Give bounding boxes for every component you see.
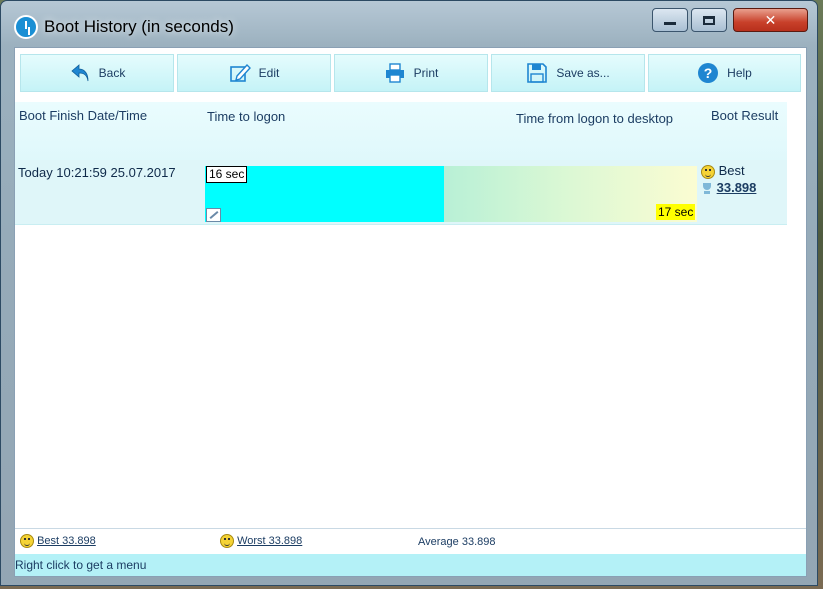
boot-result-label: Best [718,163,745,178]
trophy-icon [701,182,713,195]
worst-link[interactable]: Worst 33.898 [237,535,302,547]
header-time-to-desktop[interactable]: Time from logon to desktop [516,111,673,126]
save-icon [526,62,548,84]
svg-text:?: ? [704,65,713,81]
boot-result-value-wrap: 33.898 [701,180,756,195]
back-button[interactable]: Back [20,54,174,92]
table-row[interactable]: Today 10:21:59 25.07.2017 16 sec 17 sec … [15,160,787,225]
close-icon: ✕ [764,12,777,28]
best-summary: Best 33.898 [20,534,96,548]
table-header: Boot Finish Date/Time Time to logon Time… [15,102,787,161]
toolbar: Back Edit Print Save as... ? Help [20,54,801,92]
edit-icon [229,62,251,84]
client-area: Back Edit Print Save as... ? Help Boot F… [14,47,807,577]
minimize-button[interactable] [652,8,688,32]
minimize-icon [664,22,676,25]
maximize-button[interactable] [691,8,727,32]
boot-result-value-link[interactable]: 33.898 [717,180,757,195]
average-summary: Average 33.898 [418,536,496,548]
smiley-icon [701,164,715,179]
smiley-icon [20,534,34,548]
title-bar[interactable]: Boot History (in seconds) ✕ [1,1,817,47]
boot-result: Best [701,163,745,179]
back-arrow-icon [69,62,91,84]
help-label: Help [727,66,752,80]
status-bar: Right click to get a menu [15,554,806,576]
print-label: Print [413,66,439,80]
help-icon: ? [697,62,719,84]
save-as-button[interactable]: Save as... [491,54,645,92]
stopwatch-icon [14,15,38,39]
boot-history-window: Boot History (in seconds) ✕ Back Edit Pr… [0,0,818,586]
help-button[interactable]: ? Help [648,54,801,92]
footer-divider [15,528,806,529]
best-link[interactable]: Best 33.898 [37,535,96,547]
pencil-icon[interactable] [206,208,221,222]
window-title: Boot History (in seconds) [44,17,234,36]
header-boot-finish[interactable]: Boot Finish Date/Time [19,108,147,123]
sad-smiley-icon [220,534,234,548]
summary-footer: Best 33.898 Worst 33.898 Average 33.898 [15,531,806,551]
print-button[interactable]: Print [334,54,488,92]
header-time-to-logon[interactable]: Time to logon [207,109,285,124]
maximize-icon [703,16,715,25]
worst-summary: Worst 33.898 [220,534,302,548]
close-button[interactable]: ✕ [733,8,808,32]
desktop-time-label: 17 sec [656,204,696,220]
header-boot-result[interactable]: Boot Result [711,108,778,123]
back-label: Back [98,66,126,80]
logon-time-label: 16 sec [206,166,248,183]
save-as-label: Save as... [556,66,610,80]
edit-label: Edit [258,66,280,80]
printer-icon [384,62,406,84]
edit-button[interactable]: Edit [177,54,331,92]
boot-finish-datetime: Today 10:21:59 25.07.2017 [18,165,176,180]
